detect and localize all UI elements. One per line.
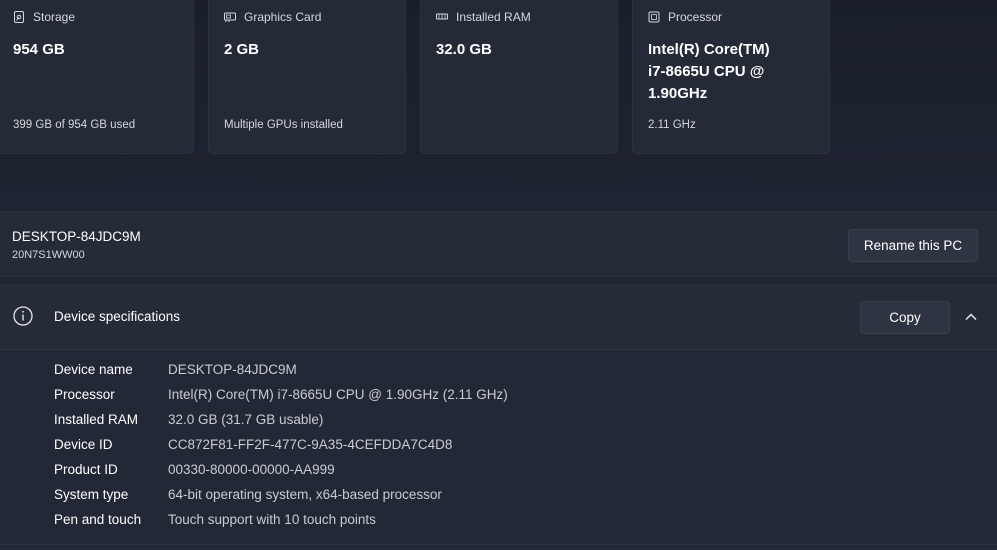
storage-icon [14, 11, 24, 23]
spec-value: Touch support with 10 touch points [168, 512, 376, 527]
ram-card-value: 32.0 GB [436, 41, 492, 58]
storage-card[interactable]: Storage 954 GB 399 GB of 954 GB used [0, 0, 194, 154]
spec-row-pen-and-touch: Pen and touch Touch support with 10 touc… [54, 512, 376, 537]
spec-row-processor: Processor Intel(R) Core(TM) i7-8665U CPU… [54, 387, 508, 412]
spec-label: Processor [54, 387, 115, 402]
spec-row-product-id: Product ID 00330-80000-00000-AA999 [54, 462, 335, 487]
pc-name: DESKTOP-84JDC9M [12, 229, 141, 244]
spec-value: 00330-80000-00000-AA999 [168, 462, 335, 477]
spec-value: Intel(R) Core(TM) i7-8665U CPU @ 1.90GHz… [168, 387, 508, 402]
spec-label: Product ID [54, 462, 118, 477]
graphics-card-icon [224, 12, 236, 22]
ram-card-title: Installed RAM [456, 10, 531, 24]
spec-value: DESKTOP-84JDC9M [168, 362, 297, 377]
spec-label: Device ID [54, 437, 113, 452]
spec-label: Pen and touch [54, 512, 142, 527]
info-icon [13, 306, 33, 326]
rename-pc-button[interactable]: Rename this PC [848, 229, 978, 262]
graphics-card-sub: Multiple GPUs installed [224, 119, 343, 131]
pc-model: 20N7S1WW00 [12, 249, 85, 261]
processor-card-header: Processor [648, 10, 722, 24]
storage-card-header: Storage [13, 10, 75, 24]
processor-card-value: Intel(R) Core(TM) i7-8665U CPU @ 1.90GHz [648, 41, 770, 102]
spec-row-device-id: Device ID CC872F81-FF2F-477C-9A35-4CEFDD… [54, 437, 452, 462]
chevron-up-icon[interactable] [963, 309, 979, 325]
graphics-card-title: Graphics Card [244, 10, 322, 24]
processor-card-title: Processor [668, 10, 723, 24]
storage-card-title: Storage [33, 10, 76, 24]
spec-label: System type [54, 487, 129, 502]
spec-row-system-type: System type 64-bit operating system, x64… [54, 487, 442, 512]
device-specifications-header[interactable]: Device specifications Copy [0, 284, 997, 350]
spec-label: Installed RAM [54, 412, 139, 427]
ram-card[interactable]: Installed RAM 32.0 GB [420, 0, 618, 154]
processor-card[interactable]: Processor Intel(R) Core(TM) i7-8665U CPU… [632, 0, 830, 154]
ram-card-header: Installed RAM [436, 10, 531, 24]
processor-card-sub: 2.11 GHz [648, 119, 696, 131]
about-page: Storage 954 GB 399 GB of 954 GB used Gra… [0, 0, 997, 550]
spec-value: 32.0 GB (31.7 GB usable) [168, 412, 324, 427]
storage-card-value: 954 GB [13, 41, 65, 58]
ram-icon [436, 13, 448, 20]
processor-icon [648, 11, 660, 23]
device-specifications-list: Device name DESKTOP-84JDC9M Processor In… [0, 350, 997, 545]
storage-card-sub: 399 GB of 954 GB used [13, 119, 136, 131]
graphics-card-card[interactable]: Graphics Card 2 GB Multiple GPUs install… [208, 0, 406, 154]
spec-row-installed-ram: Installed RAM 32.0 GB (31.7 GB usable) [54, 412, 323, 437]
copy-button[interactable]: Copy [860, 301, 950, 334]
graphics-card-value: 2 GB [224, 41, 260, 58]
spec-value: 64-bit operating system, x64-based proce… [168, 487, 442, 502]
graphics-card-header: Graphics Card [224, 10, 321, 24]
pc-name-row: DESKTOP-84JDC9M 20N7S1WW00 Rename this P… [0, 211, 997, 277]
spec-row-device-name: Device name DESKTOP-84JDC9M [54, 362, 297, 387]
spec-value: CC872F81-FF2F-477C-9A35-4CEFDDA7C4D8 [168, 437, 453, 452]
device-specifications-title: Device specifications [54, 309, 181, 324]
spec-label: Device name [54, 362, 133, 377]
